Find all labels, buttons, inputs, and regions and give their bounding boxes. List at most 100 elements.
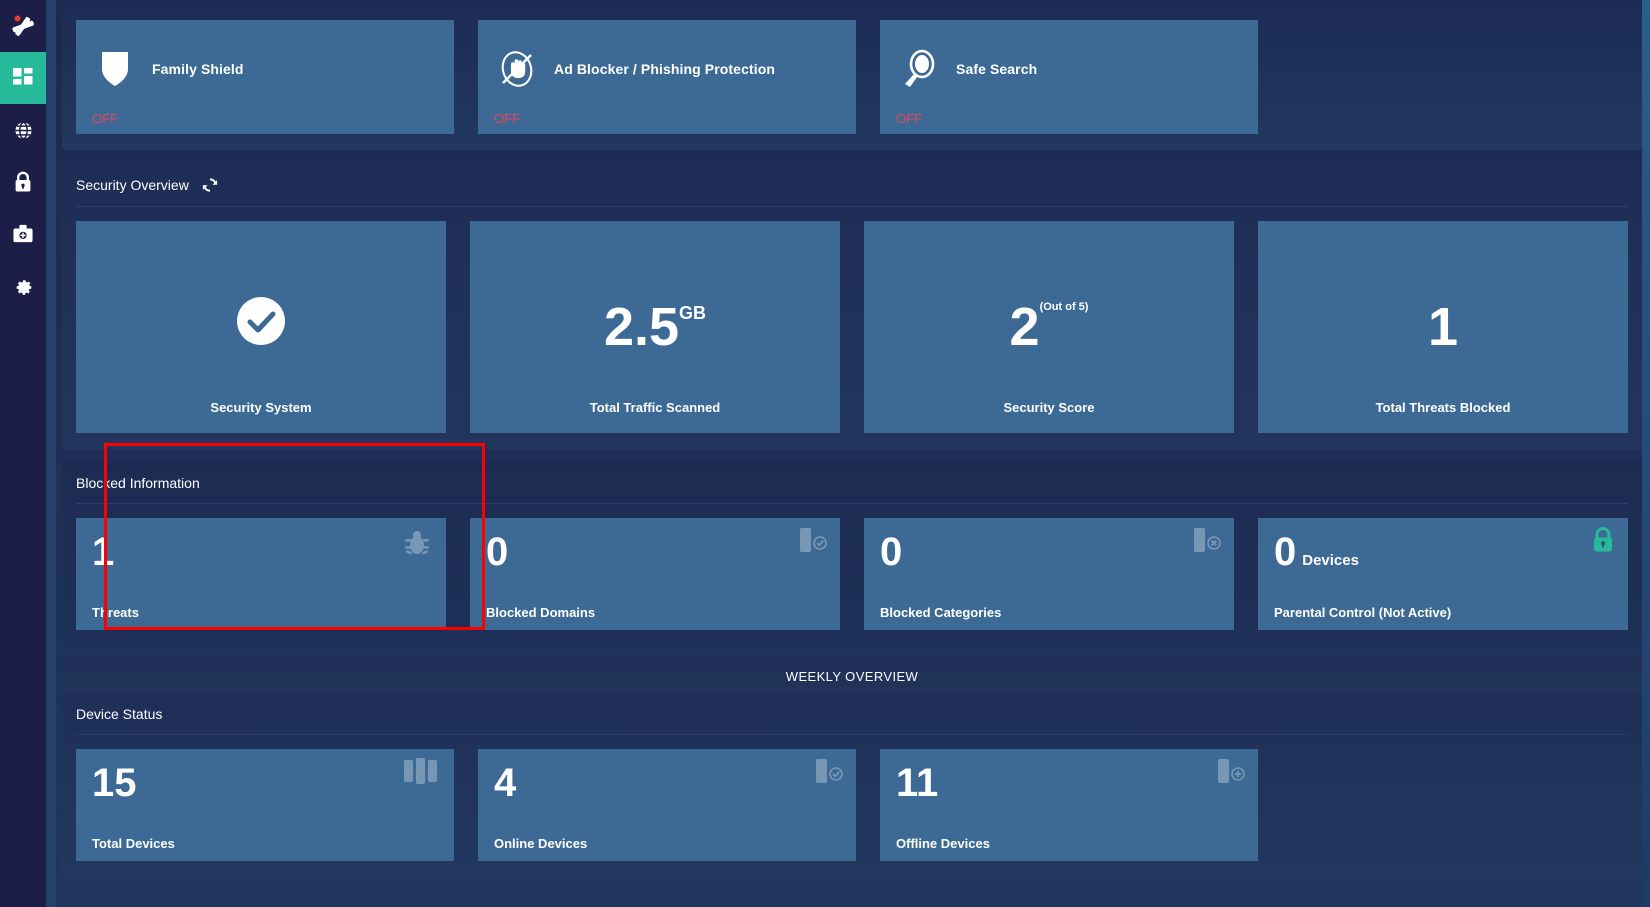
metric-card-offline-devices[interactable]: 11 Offline Devices	[880, 749, 1258, 861]
metric-label: Offline Devices	[896, 836, 990, 851]
metric-card-blocked-categories[interactable]: 0 Blocked Categories	[864, 518, 1234, 630]
sidebar-item-security[interactable]	[0, 156, 46, 208]
metric-top: 11	[896, 763, 1242, 803]
feature-state: OFF	[896, 111, 922, 126]
metric-top: 1	[92, 532, 430, 572]
stat-card-security-system[interactable]: Security System	[76, 221, 446, 433]
stat-unit: (Out of 5)	[1039, 301, 1089, 313]
magnifier-icon	[896, 46, 942, 92]
metric-top: 0	[486, 532, 824, 572]
device-check-icon	[796, 526, 828, 561]
metric-value: 0	[1274, 530, 1297, 574]
security-overview-header: Security Overview	[76, 172, 1628, 207]
feature-cards-panel: Family Shield OFF Ad Blocker / Phishing …	[62, 8, 1642, 150]
feature-grid-filler	[1282, 20, 1628, 134]
feature-head: Family Shield	[92, 46, 438, 92]
check-circle-icon	[235, 295, 287, 352]
stat-label: Security System	[210, 400, 312, 415]
device-status-cards: 15 Total Devices 4 Online Devices 11 Off…	[76, 749, 1628, 861]
security-overview-cards: Security System 2.5 GB Total Traffic Sca…	[76, 221, 1628, 433]
device-status-header: Device Status	[76, 702, 1628, 735]
globe-icon	[14, 121, 32, 139]
shield-icon	[92, 46, 138, 92]
section-title: Device Status	[76, 706, 163, 722]
stat-label: Total Traffic Scanned	[589, 400, 721, 415]
sidebar-item-diagnostics[interactable]	[0, 208, 46, 260]
medical-kit-icon	[13, 224, 33, 243]
stat-label: Security Score	[1003, 400, 1095, 415]
sidebar-item-dashboard[interactable]	[0, 52, 46, 104]
app-logo-icon	[12, 15, 34, 36]
section-title: Blocked Information	[76, 475, 200, 491]
blocked-information-header: Blocked Information	[76, 471, 1628, 504]
blocked-information-section: Blocked Information 1 Threats 0 Blocked …	[62, 461, 1642, 646]
stat-value-wrap: 2.5 GB	[604, 300, 706, 354]
right-edge-accent	[1642, 0, 1650, 907]
device-check-icon	[812, 757, 844, 792]
weekly-overview-title: WEEKLY OVERVIEW	[785, 669, 919, 684]
app-root: Family Shield OFF Ad Blocker / Phishing …	[0, 0, 1650, 907]
stat-card-total-threats-blocked[interactable]: 1 Total Threats Blocked	[1258, 221, 1628, 433]
feature-card-safe-search[interactable]: Safe Search OFF	[880, 20, 1258, 134]
lock-icon	[1590, 526, 1616, 559]
dashboard-icon	[13, 68, 33, 85]
device-x-icon	[1190, 526, 1222, 561]
stat-label: Total Threats Blocked	[1375, 400, 1511, 415]
metric-label: Blocked Categories	[880, 605, 1002, 620]
metric-top: 0 Devices	[1274, 532, 1612, 572]
feature-title: Safe Search	[956, 61, 1038, 77]
no-hand-icon	[494, 46, 540, 92]
devices-group-icon	[402, 757, 442, 792]
metric-card-total-devices[interactable]: 15 Total Devices	[76, 749, 454, 861]
metric-value: 11	[896, 761, 939, 805]
main-content: Family Shield OFF Ad Blocker / Phishing …	[46, 0, 1650, 907]
metric-card-threats[interactable]: 1 Threats	[76, 518, 446, 630]
metric-label: Parental Control (Not Active)	[1274, 605, 1452, 620]
feature-title: Ad Blocker / Phishing Protection	[554, 61, 776, 77]
lock-icon	[15, 171, 31, 192]
stat-value-wrap: 2 (Out of 5)	[1010, 300, 1089, 354]
blocked-information-cards: 1 Threats 0 Blocked Domains 0 Blocked Ca…	[76, 518, 1628, 630]
metric-value: 15	[92, 761, 137, 805]
metric-label: Threats	[92, 605, 139, 620]
metric-value: 0	[486, 530, 509, 574]
stat-value: 1	[1427, 297, 1459, 357]
gear-icon	[16, 279, 32, 295]
section-title: Security Overview	[76, 177, 189, 193]
metric-card-blocked-domains[interactable]: 0 Blocked Domains	[470, 518, 840, 630]
app-logo[interactable]	[0, 0, 46, 52]
bug-icon	[400, 526, 434, 565]
weekly-overview-band: WEEKLY OVERVIEW	[62, 656, 1642, 692]
feature-cards-grid: Family Shield OFF Ad Blocker / Phishing …	[76, 20, 1628, 134]
device-grid-filler	[1282, 749, 1628, 861]
sidebar	[0, 0, 46, 907]
metric-unit: Devices	[1302, 552, 1359, 569]
device-status-section: Device Status 15 Total Devices 4 Online …	[62, 692, 1642, 881]
feature-title: Family Shield	[152, 61, 244, 77]
stat-card-total-traffic-scanned[interactable]: 2.5 GB Total Traffic Scanned	[470, 221, 840, 433]
metric-card-parental-control[interactable]: 0 Devices Parental Control (Not Active)	[1258, 518, 1628, 630]
metric-top: 4	[494, 763, 840, 803]
metric-top: 15	[92, 763, 438, 803]
sidebar-item-network[interactable]	[0, 104, 46, 156]
sidebar-item-settings[interactable]	[0, 260, 46, 312]
stat-value: 2.5	[603, 297, 680, 357]
stat-unit: GB	[679, 303, 707, 323]
metric-label: Blocked Domains	[486, 605, 596, 620]
feature-card-ad-blocker[interactable]: Ad Blocker / Phishing Protection OFF	[478, 20, 856, 134]
metric-label: Online Devices	[494, 836, 588, 851]
stat-value: 2	[1009, 297, 1040, 357]
stat-card-security-score[interactable]: 2 (Out of 5) Security Score	[864, 221, 1234, 433]
left-rail	[46, 0, 56, 907]
metric-value: 1	[92, 530, 115, 574]
metric-top: 0	[880, 532, 1218, 572]
security-overview-section: Security Overview Security System 2.5 GB…	[62, 162, 1642, 449]
device-plus-icon	[1214, 757, 1246, 792]
feature-head: Safe Search	[896, 46, 1242, 92]
metric-value: 4	[494, 761, 517, 805]
feature-head: Ad Blocker / Phishing Protection	[494, 46, 840, 92]
feature-card-family-shield[interactable]: Family Shield OFF	[76, 20, 454, 134]
metric-card-online-devices[interactable]: 4 Online Devices	[478, 749, 856, 861]
metric-value: 0	[880, 530, 903, 574]
refresh-icon[interactable]	[201, 176, 219, 194]
